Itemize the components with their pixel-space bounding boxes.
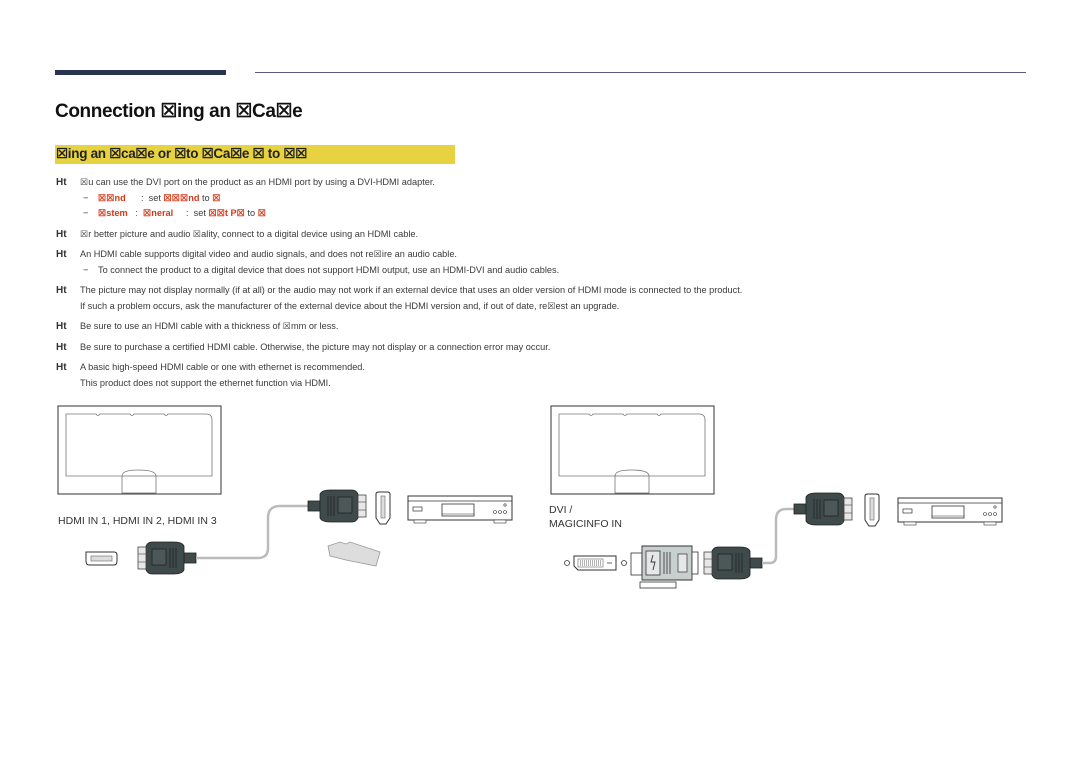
hdmi-plug-icon: [137, 541, 197, 575]
av-device-icon: [897, 497, 1003, 526]
hdmi-port-icon: [375, 491, 391, 525]
hdmi-plug-icon: [307, 489, 367, 523]
hdmi-cable: [196, 504, 308, 560]
connection-diagram: [57, 405, 1003, 589]
dvi-hdmi-adapter-icon: [630, 545, 699, 589]
av-device-icon: [407, 495, 513, 524]
hdmi-port-icon: [864, 493, 880, 527]
hdmi-plug-icon: [793, 492, 853, 526]
cable-holder-icon: [327, 541, 381, 567]
hdmi-plug-icon: [703, 546, 763, 580]
display-monitor-left: [57, 405, 222, 495]
hdmi-port-icon: [85, 551, 118, 566]
hdmi-cable: [762, 507, 794, 565]
dvi-port-icon: [564, 555, 627, 571]
display-monitor-right: [550, 405, 715, 495]
